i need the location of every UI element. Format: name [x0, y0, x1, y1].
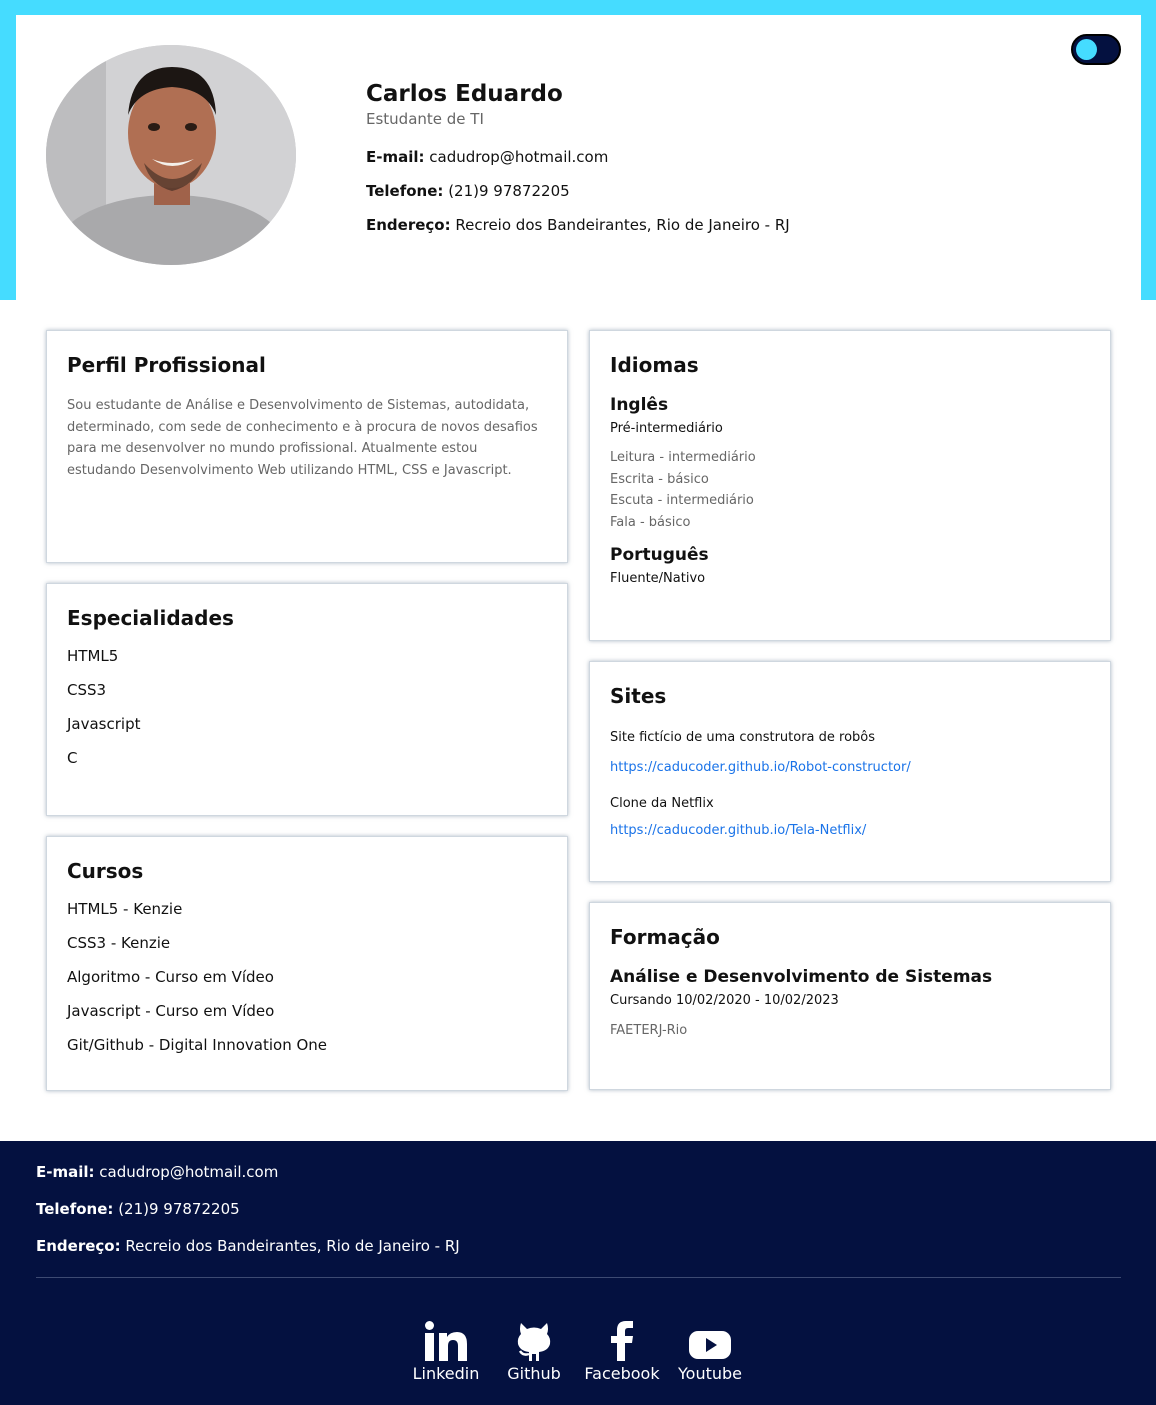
specialties-list: HTML5 CSS3 Javascript C: [67, 646, 547, 768]
profile-role: Estudante de TI: [366, 110, 484, 128]
card-title: Cursos: [67, 859, 144, 883]
social-label: Facebook: [584, 1364, 660, 1383]
footer-contact: E-mail: cadudrop@hotmail.com Telefone: (…: [36, 1161, 460, 1272]
education-card: Formação Análise e Desenvolvimento de Si…: [589, 902, 1111, 1090]
phone-value: (21)9 97872205: [118, 1200, 240, 1218]
youtube-icon: [689, 1317, 731, 1361]
education-course: Análise e Desenvolvimento de Sistemas: [610, 967, 993, 987]
site-description: Clone da Netflix: [610, 796, 714, 811]
list-item: Javascript: [67, 715, 141, 733]
list-item: Algoritmo - Curso em Vídeo: [67, 968, 274, 986]
card-title: Idiomas: [610, 353, 699, 377]
toggle-switch-icon: [1076, 39, 1097, 60]
profile-photo: [46, 45, 296, 265]
header-email: E-mail: cadudrop@hotmail.com: [366, 147, 790, 167]
card-title: Sites: [610, 684, 667, 708]
header-address: Endereço: Recreio dos Bandeirantes, Rio …: [366, 215, 790, 235]
profile-card: Perfil Profissional Sou estudante de Aná…: [46, 330, 568, 563]
social-link-youtube[interactable]: Youtube: [666, 1317, 754, 1385]
github-icon: [517, 1317, 551, 1361]
skill-item: Leitura - intermediário: [610, 450, 756, 465]
email-label: E-mail:: [36, 1163, 95, 1181]
footer-address: Endereço: Recreio dos Bandeirantes, Rio …: [36, 1235, 460, 1257]
education-school: FAETERJ-Rio: [610, 1023, 688, 1038]
language-name: Português: [610, 545, 709, 566]
email-value: cadudrop@hotmail.com: [99, 1163, 279, 1181]
sites-card: Sites Site fictício de uma construtora d…: [589, 661, 1111, 882]
courses-list: HTML5 - Kenzie CSS3 - Kenzie Algoritmo -…: [67, 899, 547, 1055]
list-item: C: [67, 749, 78, 767]
theme-toggle[interactable]: [1071, 34, 1121, 65]
specialties-card: Especialidades HTML5 CSS3 Javascript C: [46, 583, 568, 816]
list-item: CSS3 - Kenzie: [67, 934, 171, 952]
site-link[interactable]: https://caducoder.github.io/Tela-Netflix…: [610, 821, 1090, 841]
phone-label: Telefone:: [366, 182, 444, 200]
footer: E-mail: cadudrop@hotmail.com Telefone: (…: [0, 1141, 1156, 1405]
address-value: Recreio dos Bandeirantes, Rio de Janeiro…: [125, 1237, 460, 1255]
social-link-facebook[interactable]: Facebook: [578, 1317, 666, 1385]
site-link[interactable]: https://caducoder.github.io/Robot-constr…: [610, 758, 1090, 778]
list-item: Git/Github - Digital Innovation One: [67, 1036, 328, 1054]
linkedin-icon: [425, 1317, 467, 1361]
social-link-linkedin[interactable]: Linkedin: [402, 1317, 490, 1385]
phone-value: (21)9 97872205: [448, 182, 570, 200]
avatar: [46, 45, 296, 265]
list-item: Javascript - Curso em Vídeo: [67, 1002, 275, 1020]
list-item: HTML5 - Kenzie: [67, 900, 183, 918]
education-status: Cursando 10/02/2020 - 10/02/2023: [610, 993, 839, 1008]
phone-label: Telefone:: [36, 1200, 114, 1218]
language-name: Inglês: [610, 395, 669, 415]
email-label: E-mail:: [366, 148, 425, 166]
address-label: Endereço:: [36, 1237, 121, 1255]
courses-card: Cursos HTML5 - Kenzie CSS3 - Kenzie Algo…: [46, 836, 568, 1091]
social-label: Linkedin: [412, 1364, 480, 1383]
footer-phone: Telefone: (21)9 97872205: [36, 1198, 460, 1220]
languages-card: Idiomas Inglês Pré-intermediário Leitura…: [589, 330, 1111, 641]
language-skills: Leitura - intermediário Escrita - básico…: [610, 447, 1090, 533]
language-level: Pré-intermediário: [610, 421, 723, 436]
footer-divider: [36, 1277, 1121, 1278]
social-label: Youtube: [678, 1364, 742, 1383]
header: Carlos Eduardo Estudante de TI E-mail: c…: [16, 15, 1141, 300]
list-item: HTML5: [67, 647, 119, 665]
header-phone: Telefone: (21)9 97872205: [366, 181, 790, 201]
list-item: CSS3: [67, 681, 107, 699]
language-level: Fluente/Nativo: [610, 571, 706, 587]
card-title: Perfil Profissional: [67, 353, 266, 377]
email-value: cadudrop@hotmail.com: [429, 148, 609, 166]
social-links: Linkedin Github Facebook Youtube: [0, 1317, 1156, 1385]
footer-email: E-mail: cadudrop@hotmail.com: [36, 1161, 460, 1183]
social-label: Github: [507, 1364, 561, 1383]
skill-item: Fala - básico: [610, 514, 691, 530]
address-label: Endereço:: [366, 216, 451, 234]
facebook-icon: [610, 1317, 634, 1361]
header-info: Carlos Eduardo Estudante de TI E-mail: c…: [366, 78, 790, 235]
skill-item: Escuta - intermediário: [610, 493, 754, 509]
social-link-github[interactable]: Github: [490, 1317, 578, 1385]
site-description: Site fictício de uma construtora de robô…: [610, 730, 876, 745]
profile-description: Sou estudante de Análise e Desenvolvimen…: [67, 398, 538, 478]
card-title: Especialidades: [67, 606, 234, 630]
card-title: Formação: [610, 925, 720, 949]
skill-item: Escrita - básico: [610, 471, 709, 487]
address-value: Recreio dos Bandeirantes, Rio de Janeiro…: [455, 216, 790, 234]
profile-name: Carlos Eduardo: [366, 81, 563, 107]
